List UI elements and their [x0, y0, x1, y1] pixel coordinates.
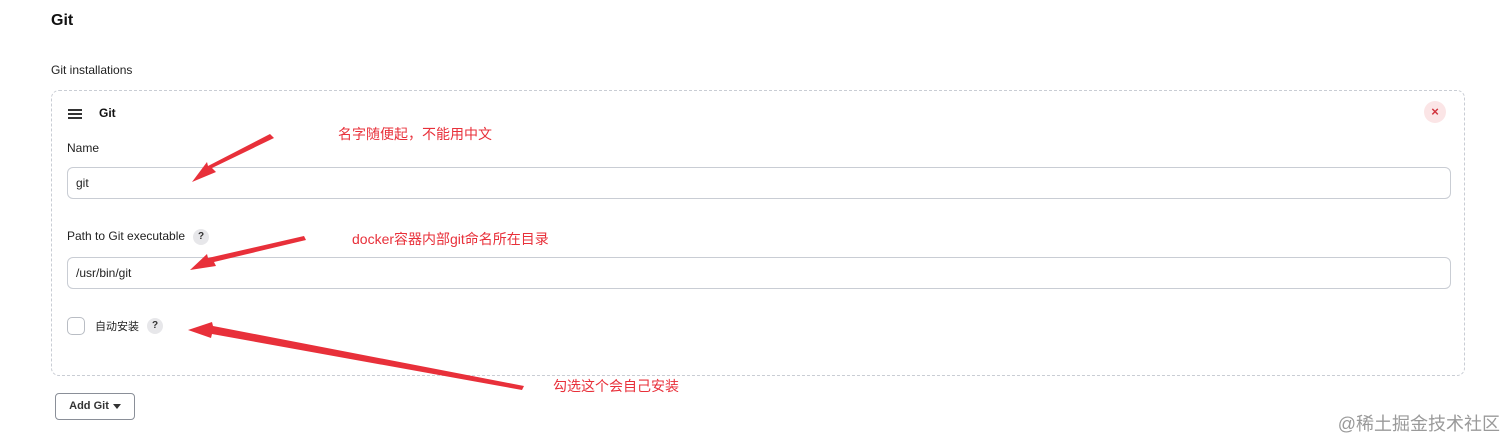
- name-annotation: 名字随便起，不能用中文: [338, 126, 492, 142]
- auto-install-annotation: 勾选这个会自己安装: [553, 378, 679, 394]
- add-git-label: Add Git: [69, 400, 109, 412]
- auto-install-label: 自动安装: [95, 321, 139, 333]
- add-git-button[interactable]: Add Git: [55, 393, 135, 420]
- help-icon[interactable]: ?: [193, 229, 210, 245]
- watermark: @稀土掘金技术社区: [1337, 414, 1500, 434]
- card-title: Git: [99, 106, 116, 120]
- close-icon[interactable]: ×: [1424, 101, 1446, 123]
- hamburger-drag-icon[interactable]: [68, 109, 82, 119]
- name-label: Name: [67, 141, 100, 155]
- page: Git Git installations Git × Name Path to…: [0, 0, 1512, 446]
- auto-install-checkbox[interactable]: [67, 317, 85, 335]
- path-label-row: Path to Git executable?: [67, 229, 210, 245]
- help-icon[interactable]: ?: [147, 318, 163, 334]
- caret-down-icon: [112, 403, 121, 409]
- auto-install-row: 自动安装 ?: [67, 317, 163, 335]
- name-input[interactable]: [67, 167, 1451, 199]
- path-annotation: docker容器内部git命名所在目录: [352, 231, 549, 247]
- path-label: Path to Git executable: [67, 229, 186, 244]
- git-installation-card: Git × Name Path to Git executable? 自动安装 …: [51, 90, 1465, 376]
- section-title: Git: [51, 12, 74, 29]
- path-input[interactable]: [67, 257, 1451, 289]
- installations-label: Git installations: [51, 63, 133, 77]
